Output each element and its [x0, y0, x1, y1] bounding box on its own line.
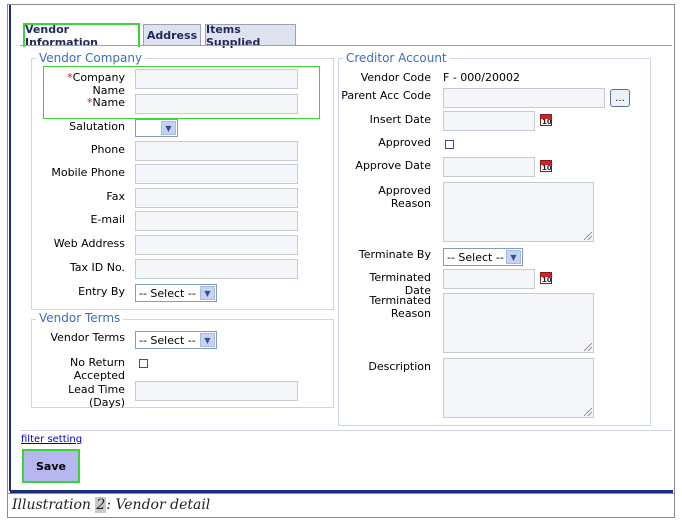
- vendor-code-value: F - 000/20002: [443, 71, 520, 84]
- chevron-down-icon: ▼: [506, 250, 521, 264]
- name-label: *Name: [87, 96, 125, 109]
- lead-time-label: Lead Time (Days): [68, 383, 125, 409]
- browse-button[interactable]: ...: [610, 89, 630, 107]
- vendor-terms-legend: Vendor Terms: [36, 311, 124, 325]
- filter-setting-link[interactable]: filter setting: [21, 434, 82, 445]
- approved-reason-label: Approved Reason: [378, 184, 431, 210]
- bottom-border: [10, 490, 673, 493]
- resize-grip-icon[interactable]: [584, 408, 592, 416]
- tax-id-input[interactable]: [135, 259, 298, 279]
- tab-address[interactable]: Address: [143, 24, 201, 46]
- approve-date-input[interactable]: [443, 157, 535, 177]
- resize-grip-icon[interactable]: [584, 343, 592, 351]
- description-label: Description: [368, 360, 431, 373]
- approved-checkbox[interactable]: [445, 140, 454, 149]
- chevron-down-icon: ▼: [200, 333, 215, 347]
- footer-divider: [20, 430, 672, 431]
- tab-underline: [20, 45, 672, 46]
- fax-label: Fax: [106, 190, 125, 203]
- calendar-icon[interactable]: 10: [540, 160, 552, 172]
- description-textarea[interactable]: [443, 358, 594, 418]
- lead-time-input[interactable]: [135, 381, 298, 401]
- phone-input[interactable]: [135, 141, 298, 161]
- tab-items-supplied[interactable]: Items Supplied: [205, 23, 296, 49]
- parent-acc-code-input[interactable]: [443, 88, 605, 108]
- web-address-label: Web Address: [53, 237, 125, 250]
- phone-label: Phone: [90, 143, 125, 156]
- vendor-terms-select[interactable]: -- Select -- ▼: [135, 331, 217, 349]
- salutation-label: Salutation: [69, 120, 125, 133]
- tax-id-label: Tax ID No.: [69, 261, 125, 274]
- terminated-reason-textarea[interactable]: [443, 293, 594, 353]
- vendor-code-label: Vendor Code: [360, 71, 431, 84]
- approved-label: Approved: [378, 136, 431, 149]
- entry-by-select[interactable]: -- Select -- ▼: [135, 284, 217, 302]
- left-border: [9, 5, 11, 491]
- fax-input[interactable]: [135, 188, 298, 208]
- entry-by-label: Entry By: [78, 285, 125, 298]
- salutation-select[interactable]: ▼: [135, 119, 178, 137]
- mobile-phone-input[interactable]: [135, 164, 298, 184]
- vendor-company-legend: Vendor Company: [36, 51, 146, 65]
- mobile-phone-label: Mobile Phone: [51, 166, 125, 179]
- name-input[interactable]: [135, 94, 298, 114]
- vendor-terms-label: Vendor Terms: [50, 331, 125, 344]
- save-button[interactable]: Save: [22, 449, 80, 483]
- resize-grip-icon[interactable]: [584, 232, 592, 240]
- calendar-icon[interactable]: 10: [540, 114, 552, 126]
- chevron-down-icon: ▼: [161, 121, 176, 135]
- terminate-by-label: Terminate By: [358, 248, 431, 261]
- tab-vendor-information[interactable]: Vendor Information: [23, 23, 140, 49]
- web-address-input[interactable]: [135, 235, 298, 255]
- terminated-reason-label: Terminated Reason: [369, 294, 432, 320]
- no-return-checkbox[interactable]: [139, 359, 148, 368]
- insert-date-input[interactable]: [443, 111, 535, 131]
- company-name-label: *Company Name: [67, 71, 125, 97]
- company-name-input[interactable]: [135, 69, 298, 89]
- chevron-down-icon: ▼: [200, 286, 215, 300]
- email-label: E-mail: [90, 213, 126, 226]
- creditor-account-legend: Creditor Account: [343, 51, 450, 65]
- calendar-icon[interactable]: 10: [540, 272, 552, 284]
- email-input[interactable]: [135, 211, 298, 231]
- figure-caption: Illustration 2: Vendor detail: [12, 497, 211, 513]
- terminated-date-input[interactable]: [443, 269, 535, 289]
- no-return-label: No Return Accepted: [70, 356, 125, 382]
- approve-date-label: Approve Date: [355, 159, 431, 172]
- insert-date-label: Insert Date: [369, 113, 431, 126]
- approved-reason-textarea[interactable]: [443, 182, 594, 242]
- parent-acc-code-label: Parent Acc Code: [341, 89, 431, 102]
- terminate-by-select[interactable]: -- Select -- ▼: [443, 248, 523, 266]
